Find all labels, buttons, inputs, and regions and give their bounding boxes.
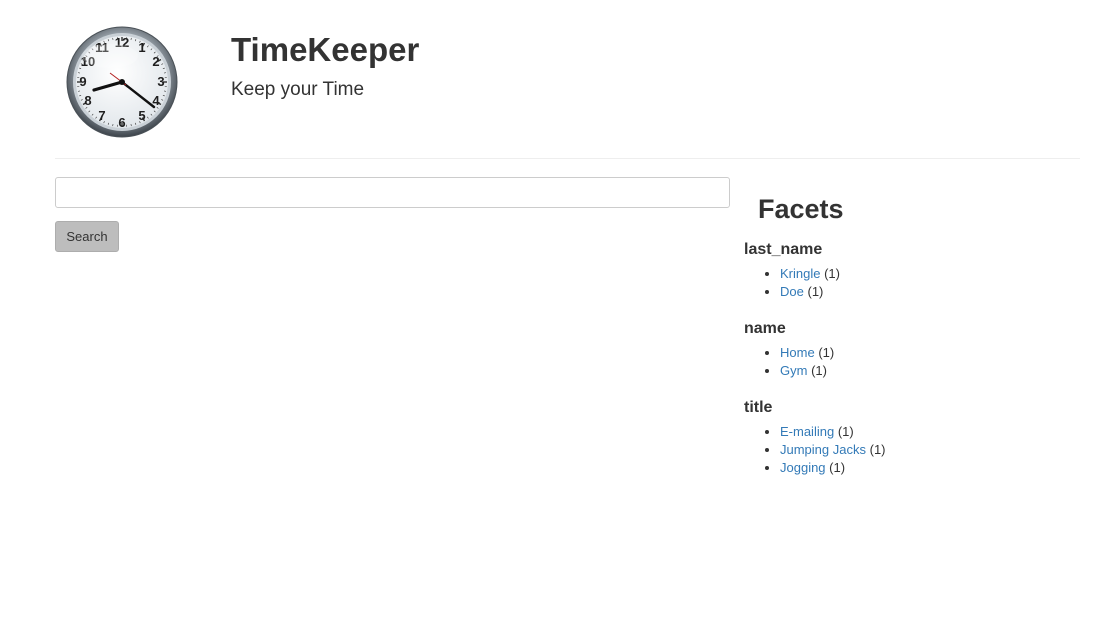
app-tagline: Keep your Time: [231, 79, 365, 100]
facet-group-title: name: [744, 320, 786, 337]
analog-clock-icon: 12 1 2 3 4 5 6 7 8 9 10 11: [66, 26, 178, 138]
facet-count: (1): [837, 424, 854, 439]
facet-item-home: Home (1): [780, 344, 1074, 362]
facet-list: E-mailing (1) Jumping Jacks (1) Jogging …: [744, 423, 1074, 477]
facet-link-kringle[interactable]: Kringle: [780, 266, 820, 281]
facet-item-kringle: Kringle (1): [780, 265, 1074, 283]
facet-item-gym: Gym (1): [780, 362, 1074, 380]
svg-text:1: 1: [138, 40, 145, 55]
facet-count: (1): [818, 345, 835, 360]
svg-text:5: 5: [138, 108, 145, 123]
header-divider: [55, 158, 1080, 159]
facet-item-doe: Doe (1): [780, 283, 1074, 301]
facet-item-e-mailing: E-mailing (1): [780, 423, 1074, 441]
app-title: TimeKeeper: [231, 31, 420, 68]
facet-link-gym[interactable]: Gym: [780, 363, 807, 378]
page: 12 1 2 3 4 5 6 7 8 9 10 11 TimeKeeper Ke…: [0, 0, 1113, 633]
svg-text:8: 8: [84, 93, 91, 108]
svg-text:3: 3: [157, 74, 164, 89]
facet-list: Home (1) Gym (1): [744, 344, 1074, 380]
facets-sidebar: Facets last_name Kringle (1) Doe (1) nam…: [744, 190, 1074, 477]
facet-group-name: name Home (1) Gym (1): [744, 319, 1074, 380]
facet-group-title-field: title E-mailing (1) Jumping Jacks (1) Jo…: [744, 398, 1074, 477]
search-button[interactable]: Search: [55, 221, 119, 252]
facet-group-title: last_name: [744, 241, 823, 258]
facet-item-jumping-jacks: Jumping Jacks (1): [780, 441, 1074, 459]
facet-count: (1): [807, 284, 824, 299]
facet-list: Kringle (1) Doe (1): [744, 265, 1074, 301]
facet-count: (1): [811, 363, 827, 378]
svg-text:9: 9: [79, 74, 86, 89]
facets-heading: Facets: [758, 194, 844, 224]
facet-count: (1): [824, 266, 840, 281]
svg-text:2: 2: [152, 54, 159, 69]
svg-text:6: 6: [118, 115, 125, 130]
facet-link-doe[interactable]: Doe: [780, 284, 804, 299]
facet-group-title: title: [744, 399, 773, 416]
facet-group-last-name: last_name Kringle (1) Doe (1): [744, 240, 1074, 301]
search-input[interactable]: [55, 177, 730, 208]
facet-link-e-mailing[interactable]: E-mailing: [780, 424, 834, 439]
facet-link-home[interactable]: Home: [780, 345, 815, 360]
svg-text:7: 7: [98, 108, 105, 123]
facet-link-jogging[interactable]: Jogging: [780, 460, 826, 475]
facet-count: (1): [869, 442, 886, 457]
facet-item-jogging: Jogging (1): [780, 459, 1074, 477]
facet-link-jumping-jacks[interactable]: Jumping Jacks: [780, 442, 866, 457]
facet-count: (1): [829, 460, 846, 475]
